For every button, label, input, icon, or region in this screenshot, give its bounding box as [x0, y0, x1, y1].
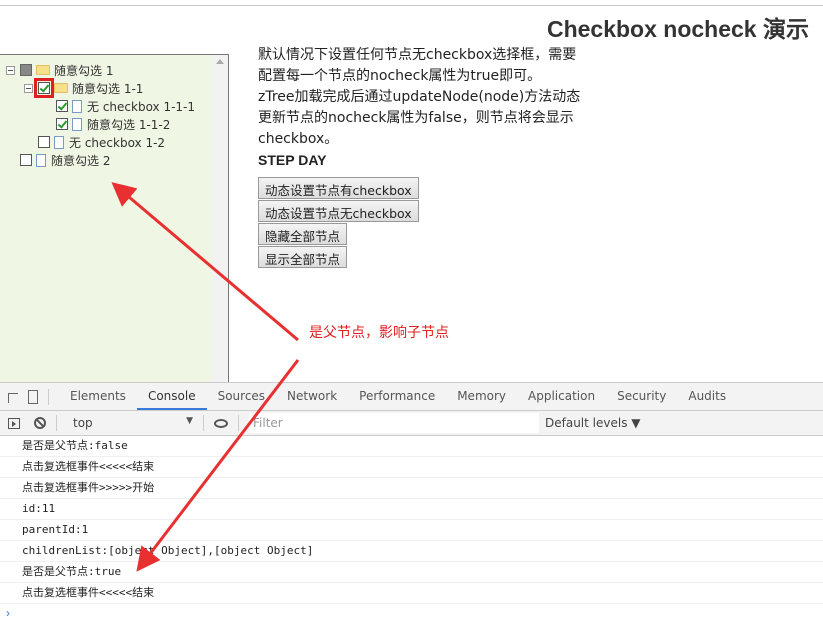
console-log: childrenList:[object Object],[object Obj…	[0, 541, 823, 562]
console-log: 点击复选框事件>>>>>开始	[0, 478, 823, 499]
tree-node-label[interactable]: 随意勾选 1-1-2	[87, 116, 170, 133]
checkbox-unchecked[interactable]	[38, 136, 50, 148]
tree-panel: 随意勾选 1 随意勾选 1-1 无 checkbox 1-1-1 随意勾选 1-…	[0, 54, 229, 384]
tree-node[interactable]: 随意勾选 1	[6, 61, 195, 79]
console-log: parentId:1	[0, 520, 823, 541]
tab-performance[interactable]: Performance	[348, 383, 446, 410]
divider	[238, 415, 239, 431]
checkbox-checked-highlighted[interactable]	[34, 78, 54, 98]
scroll-up-icon[interactable]	[216, 59, 224, 64]
tree-node-label[interactable]: 随意勾选 1	[54, 62, 113, 79]
console-log: 点击复选框事件<<<<<结束	[0, 457, 823, 478]
console-log: id:11	[0, 499, 823, 520]
remove-checkbox-button[interactable]: 动态设置节点无checkbox	[258, 200, 419, 222]
set-checkbox-button[interactable]: 动态设置节点有checkbox	[258, 177, 419, 199]
tree-scrollbar[interactable]	[212, 55, 228, 384]
tree-node[interactable]: 无 checkbox 1-2	[24, 133, 195, 151]
collapse-icon[interactable]	[24, 83, 33, 93]
eye-icon[interactable]	[214, 418, 228, 428]
description-line: checkbox。	[258, 131, 339, 147]
tree-node-label[interactable]: 随意勾选 1-1	[72, 80, 143, 97]
divider	[203, 415, 204, 431]
tree-node-label[interactable]: 无 checkbox 1-1-1	[87, 98, 195, 115]
console-prompt[interactable]: ›	[0, 604, 823, 622]
description-line: 更新节点的nocheck属性为false，则节点将会显示	[258, 110, 574, 126]
description: 默认情况下设置任何节点无checkbox选择框，需要 配置每一个节点的noche…	[258, 45, 598, 150]
annotation-text: 是父节点，影响子节点	[309, 325, 449, 341]
tree-node-label[interactable]: 无 checkbox 1-2	[69, 134, 165, 151]
tree-node[interactable]: 随意勾选 2	[6, 151, 195, 169]
context-value: top	[73, 416, 93, 430]
tab-audits[interactable]: Audits	[677, 383, 737, 410]
button-group: 动态设置节点有checkbox 动态设置节点无checkbox 隐藏全部节点 显…	[258, 177, 419, 269]
description-line: 默认情况下设置任何节点无checkbox选择框，需要	[258, 47, 577, 63]
checkbox-checked[interactable]	[56, 100, 68, 112]
page-title: Checkbox nocheck 演示	[546, 16, 809, 42]
log-levels-dropdown[interactable]: Default levels ▼	[545, 416, 641, 430]
tree-node[interactable]: 随意勾选 1-1	[24, 78, 195, 98]
checkbox-unchecked[interactable]	[20, 154, 32, 166]
file-icon	[72, 117, 82, 131]
checkbox-checked[interactable]	[56, 118, 68, 130]
tree-node[interactable]: 无 checkbox 1-1-1	[42, 97, 195, 115]
clear-console-icon[interactable]	[34, 417, 46, 429]
console-toolbar: top ▼ Filter Default levels ▼	[0, 411, 823, 436]
tab-application[interactable]: Application	[517, 383, 606, 410]
divider	[56, 415, 57, 431]
show-sidebar-icon[interactable]	[8, 417, 20, 429]
console-log: 点击复选框事件<<<<<结束	[0, 583, 823, 604]
tab-console[interactable]: Console	[136, 383, 207, 410]
console-log: 是否是父节点:true	[0, 562, 823, 583]
tab-network[interactable]: Network	[276, 383, 348, 410]
devtools-panel: Elements Console Sources Network Perform…	[0, 382, 823, 620]
tab-sources[interactable]: Sources	[207, 383, 276, 410]
file-icon	[54, 135, 64, 149]
description-line: 配置每一个节点的nocheck属性为true即可。	[258, 68, 542, 84]
file-icon	[36, 153, 46, 167]
step-heading: STEP DAY	[258, 152, 327, 168]
file-icon	[72, 99, 82, 113]
description-line: zTree加载完成后通过updateNode(node)方法动态	[258, 89, 581, 105]
divider	[48, 388, 49, 405]
tree-node[interactable]: 随意勾选 1-1-2	[42, 115, 195, 133]
context-select[interactable]: top ▼	[73, 416, 193, 430]
tab-security[interactable]: Security	[606, 383, 677, 410]
top-divider	[0, 5, 823, 6]
device-toolbar-icon[interactable]	[28, 389, 38, 404]
ztree: 随意勾选 1 随意勾选 1-1 无 checkbox 1-1-1 随意勾选 1-…	[6, 61, 195, 169]
tab-elements[interactable]: Elements	[59, 383, 137, 410]
tree-node-label[interactable]: 随意勾选 2	[51, 152, 110, 169]
tab-memory[interactable]: Memory	[446, 383, 517, 410]
hide-all-nodes-button[interactable]: 隐藏全部节点	[258, 223, 348, 245]
console-log: 是否是父节点:false	[0, 436, 823, 457]
folder-icon	[54, 83, 68, 93]
folder-icon	[36, 65, 50, 75]
checkbox-partial[interactable]	[20, 64, 32, 76]
console-output: 是否是父节点:false 点击复选框事件<<<<<结束 点击复选框事件>>>>>…	[0, 436, 823, 622]
inspect-element-icon[interactable]	[8, 392, 18, 403]
dropdown-arrow-icon: ▼	[186, 416, 193, 426]
filter-input[interactable]: Filter	[249, 413, 539, 433]
devtools-tabbar: Elements Console Sources Network Perform…	[0, 383, 823, 411]
show-all-nodes-button[interactable]: 显示全部节点	[258, 246, 348, 268]
collapse-icon[interactable]	[6, 65, 15, 75]
